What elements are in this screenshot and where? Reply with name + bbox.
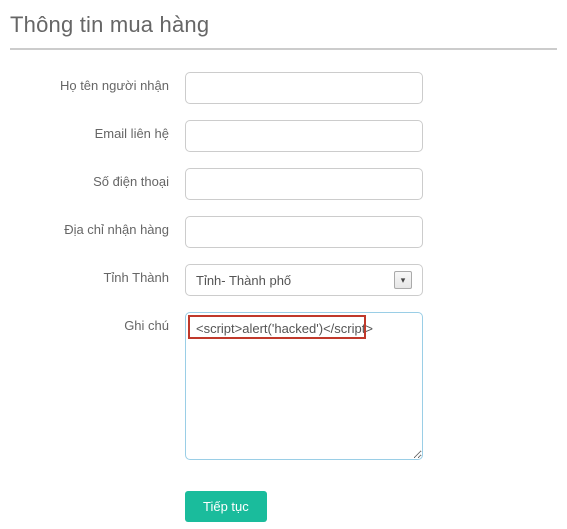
province-selected-text: Tỉnh- Thành phố [196, 273, 394, 288]
note-label: Ghi chú [10, 312, 185, 333]
chevron-down-icon: ▾ [394, 271, 412, 289]
submit-button[interactable]: Tiếp tục [185, 491, 267, 522]
phone-input[interactable] [185, 168, 423, 200]
note-textarea[interactable] [185, 312, 423, 460]
province-select[interactable]: Tỉnh- Thành phố ▾ [185, 264, 423, 296]
address-input[interactable] [185, 216, 423, 248]
name-label: Họ tên người nhận [10, 72, 185, 93]
page-title: Thông tin mua hàng [10, 12, 557, 50]
province-label: Tỉnh Thành [10, 264, 185, 285]
email-label: Email liên hệ [10, 120, 185, 141]
name-input[interactable] [185, 72, 423, 104]
address-label: Địa chỉ nhận hàng [10, 216, 185, 237]
phone-label: Số điện thoại [10, 168, 185, 189]
email-input[interactable] [185, 120, 423, 152]
